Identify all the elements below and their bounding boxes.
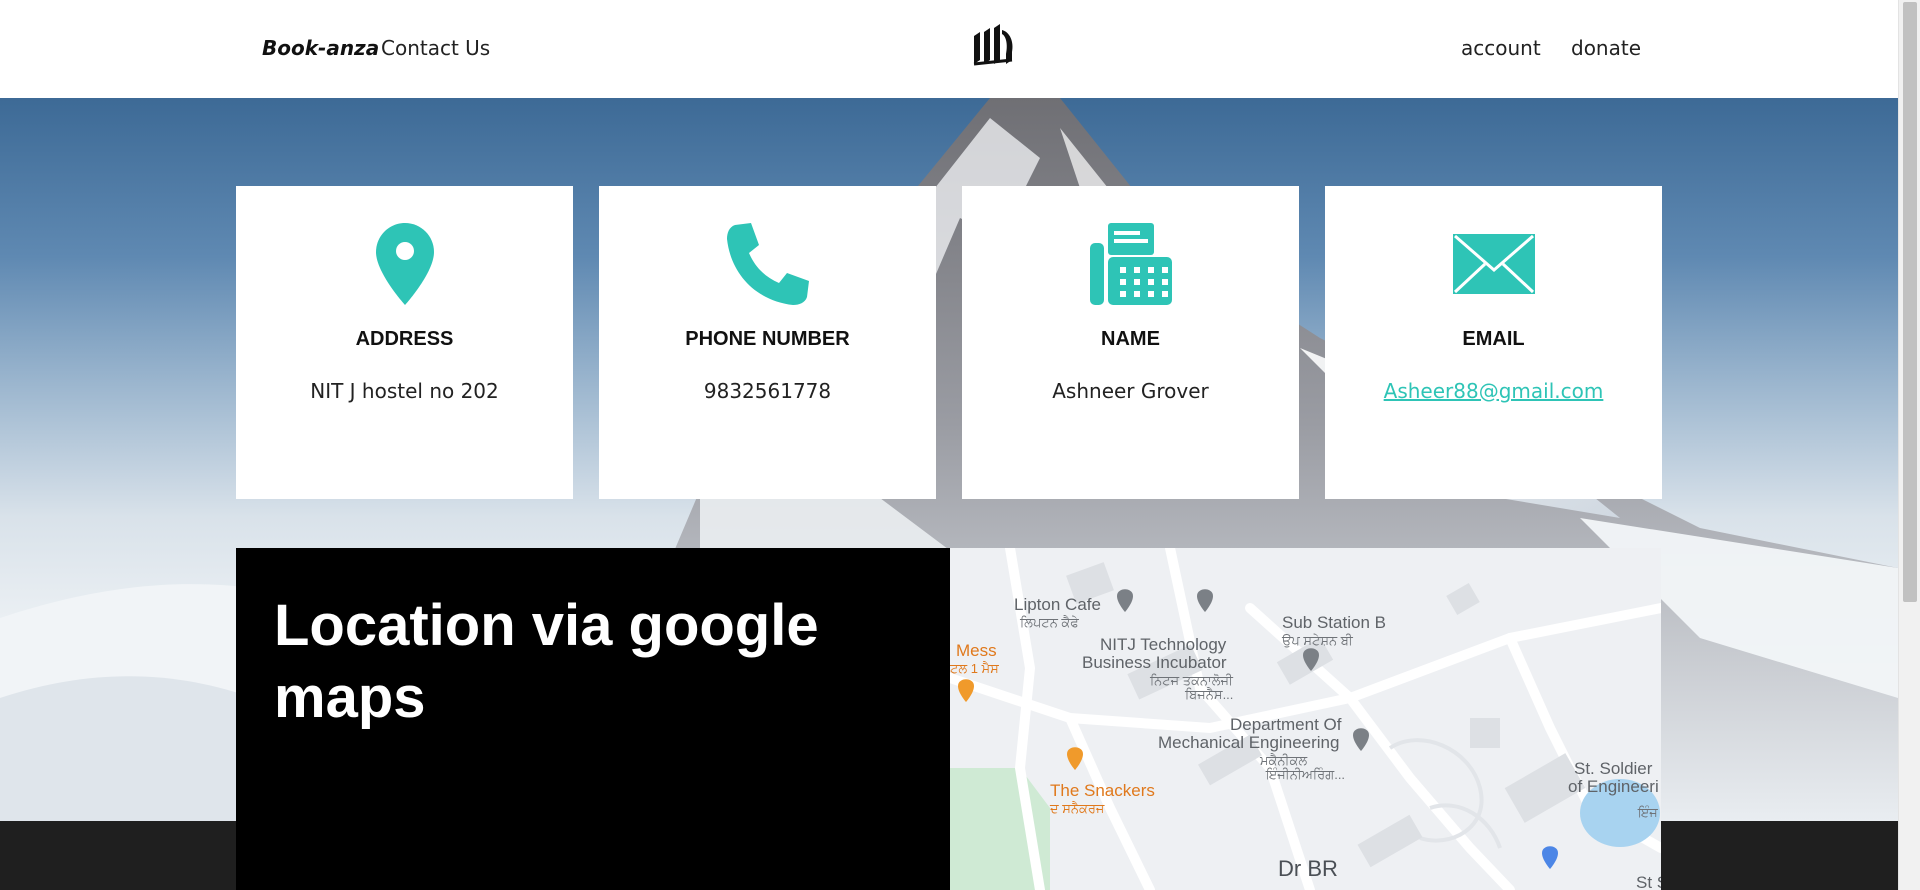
map-label-st-cut: St S <box>1636 873 1661 890</box>
location-title: Location via google maps <box>274 593 819 730</box>
map-label-drbr: Dr BR <box>1278 856 1338 881</box>
phone-title: PHONE NUMBER <box>685 328 850 350</box>
map-label-snackers-sub: ਦ ਸਨੈਕਰਜ <box>1050 801 1105 816</box>
fax-icon <box>962 222 1299 306</box>
map-label-dept-sub-2: ਇੰਜੀਨੀਅਰਿੰਗ... <box>1266 767 1346 782</box>
map-label-mess: Mess <box>956 641 997 660</box>
phone-card: PHONE NUMBER 9832561778 <box>599 186 936 499</box>
map-label-substation-sub: ਉਪ ਸਟੇਸ਼ਨ ਬੀ <box>1282 633 1353 648</box>
map-label-substation: Sub Station B <box>1282 613 1386 632</box>
site-header: Book-anza Contact Us account donate <box>0 0 1898 98</box>
email-link[interactable]: Asheer88@gmail.com <box>1384 379 1604 403</box>
location-panel: Location via google maps <box>236 548 950 890</box>
envelope-icon <box>1325 222 1662 306</box>
page-scrollbar[interactable] <box>1898 0 1920 890</box>
map-label-dept-2: Mechanical Engineering <box>1158 733 1340 752</box>
address-value: NIT J hostel no 202 <box>310 379 499 403</box>
map-label-incubator-sub-2: ਬਿਜਨੈਸ... <box>1185 687 1234 702</box>
map-label-incubator-1: NITJ Technology <box>1100 635 1227 654</box>
map-label-mess-sub: ਟਲ 1 ਮੈਸ <box>950 661 999 676</box>
scrollbar-thumb[interactable] <box>1903 2 1917 602</box>
name-card: NAME Ashneer Grover <box>962 186 1299 499</box>
phone-icon <box>599 222 936 306</box>
book-stack-logo-icon[interactable] <box>970 22 1018 66</box>
nav-contact-us[interactable]: Contact Us <box>381 36 490 60</box>
map-label-dept-1: Department Of <box>1230 715 1342 734</box>
map-label-soldier-sub: ਇੰਜ <box>1638 805 1658 820</box>
phone-value: 9832561778 <box>703 379 832 403</box>
brand-link[interactable]: Book-anza <box>262 36 379 60</box>
google-map-embed[interactable]: Lipton Cafe ਲਿਪਟਨ ਕੈਫੇ NITJ Technology B… <box>950 548 1661 890</box>
map-label-lipton: Lipton Cafe <box>1014 595 1101 614</box>
email-title: EMAIL <box>1462 328 1525 350</box>
map-label-soldier-1: St. Soldier <box>1574 759 1653 778</box>
map-label-snackers: The Snackers <box>1050 781 1155 800</box>
nav-donate[interactable]: donate <box>1571 36 1641 60</box>
email-card: EMAIL Asheer88@gmail.com <box>1325 186 1662 499</box>
map-label-incubator-2: Business Incubator <box>1082 653 1227 672</box>
address-card: ADDRESS NIT J hostel no 202 <box>236 186 573 499</box>
map-pin-icon <box>236 222 573 306</box>
nav-account[interactable]: account <box>1461 36 1541 60</box>
map-label-soldier-2: of Engineeri <box>1568 777 1659 796</box>
email-value: Asheer88@gmail.com <box>1325 379 1662 403</box>
map-label-lipton-sub: ਲਿਪਟਨ ਕੈਫੇ <box>1020 615 1079 630</box>
name-title: NAME <box>1101 328 1160 350</box>
address-title: ADDRESS <box>355 328 454 350</box>
name-value: Ashneer Grover <box>1052 379 1209 403</box>
